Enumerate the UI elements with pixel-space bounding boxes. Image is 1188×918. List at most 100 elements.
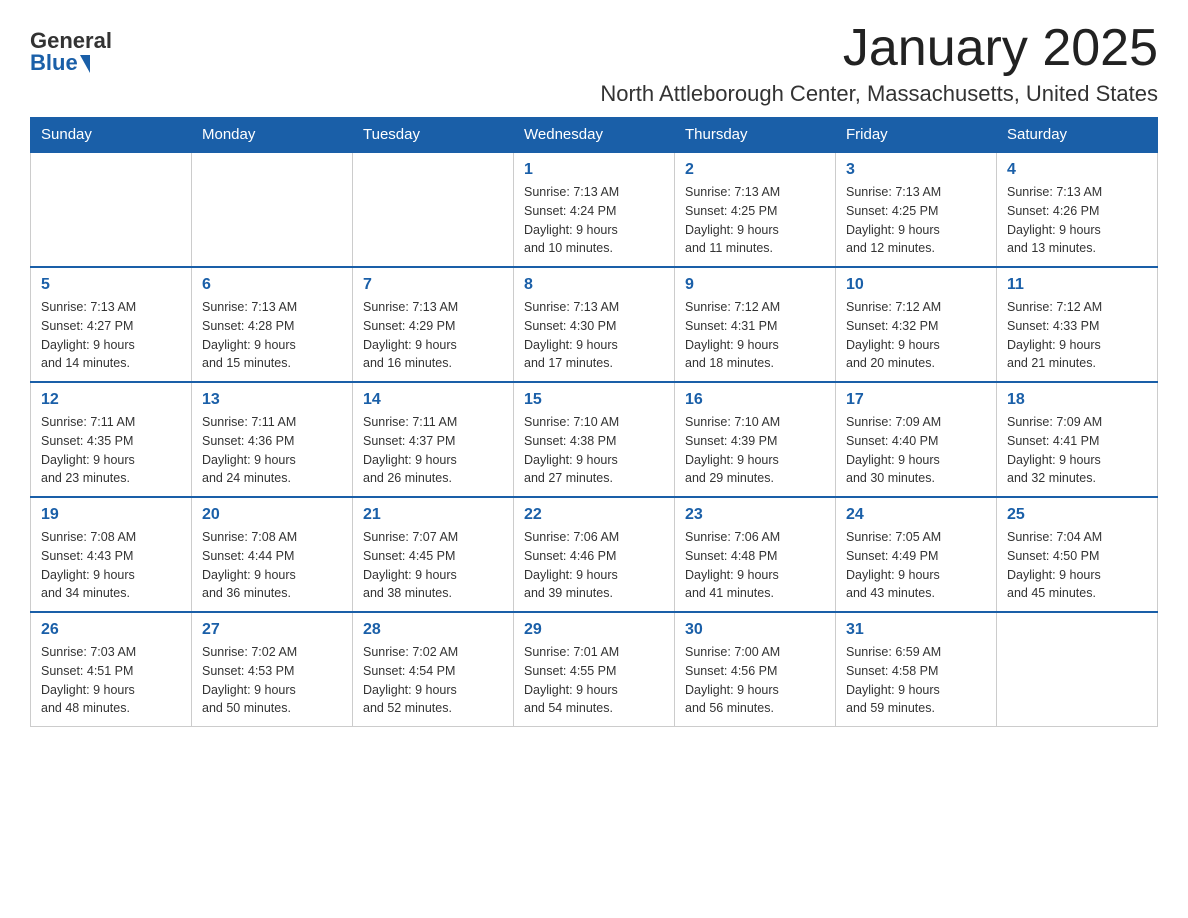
day-number: 4 [1007,161,1147,179]
day-number: 27 [202,621,342,639]
day-number: 15 [524,391,664,409]
day-info: Sunrise: 7:03 AM Sunset: 4:51 PM Dayligh… [41,643,181,718]
header: General Blue January 2025 North Attlebor… [30,20,1158,107]
weekday-header-row: SundayMondayTuesdayWednesdayThursdayFrid… [31,118,1158,153]
calendar-cell: 11 Sunrise: 7:12 AM Sunset: 4:33 PM Dayli… [997,267,1158,382]
day-info: Sunrise: 7:12 AM Sunset: 4:33 PM Dayligh… [1007,298,1147,373]
calendar-cell: 4 Sunrise: 7:13 AM Sunset: 4:26 PM Daylig… [997,152,1158,267]
calendar-cell [997,612,1158,727]
logo: General Blue [30,30,112,74]
day-info: Sunrise: 6:59 AM Sunset: 4:58 PM Dayligh… [846,643,986,718]
calendar-cell: 20 Sunrise: 7:08 AM Sunset: 4:44 PM Dayli… [192,497,353,612]
calendar-cell: 21 Sunrise: 7:07 AM Sunset: 4:45 PM Dayli… [353,497,514,612]
calendar-cell [353,152,514,267]
weekday-header-friday: Friday [836,118,997,153]
day-number: 24 [846,506,986,524]
day-number: 26 [41,621,181,639]
calendar-cell: 26 Sunrise: 7:03 AM Sunset: 4:51 PM Dayli… [31,612,192,727]
calendar-cell: 13Sunrise: 7:11 AM Sunset: 4:36 PM Dayli… [192,382,353,497]
calendar-cell: 16 Sunrise: 7:10 AM Sunset: 4:39 PM Dayli… [675,382,836,497]
day-info: Sunrise: 7:04 AM Sunset: 4:50 PM Dayligh… [1007,528,1147,603]
calendar-cell: 3Sunrise: 7:13 AM Sunset: 4:25 PM Daylig… [836,152,997,267]
weekday-header-wednesday: Wednesday [514,118,675,153]
day-info: Sunrise: 7:08 AM Sunset: 4:44 PM Dayligh… [202,528,342,603]
day-number: 21 [363,506,503,524]
day-number: 17 [846,391,986,409]
week-row-1: 1Sunrise: 7:13 AM Sunset: 4:24 PM Daylig… [31,152,1158,267]
weekday-header-sunday: Sunday [31,118,192,153]
day-info: Sunrise: 7:11 AM Sunset: 4:37 PM Dayligh… [363,413,503,488]
calendar-cell: 10 Sunrise: 7:12 AM Sunset: 4:32 PM Dayli… [836,267,997,382]
title-block: January 2025 North Attleborough Center, … [132,20,1158,107]
day-number: 22 [524,506,664,524]
calendar-cell: 23Sunrise: 7:06 AM Sunset: 4:48 PM Dayli… [675,497,836,612]
calendar-cell: 6 Sunrise: 7:13 AM Sunset: 4:28 PM Daylig… [192,267,353,382]
weekday-header-tuesday: Tuesday [353,118,514,153]
logo-general-text: General [30,30,112,52]
day-info: Sunrise: 7:12 AM Sunset: 4:32 PM Dayligh… [846,298,986,373]
calendar-cell: 28Sunrise: 7:02 AM Sunset: 4:54 PM Dayli… [353,612,514,727]
day-number: 8 [524,276,664,294]
weekday-header-thursday: Thursday [675,118,836,153]
day-number: 10 [846,276,986,294]
calendar-cell: 2Sunrise: 7:13 AM Sunset: 4:25 PM Daylig… [675,152,836,267]
day-number: 23 [685,506,825,524]
day-number: 18 [1007,391,1147,409]
calendar-table: SundayMondayTuesdayWednesdayThursdayFrid… [30,117,1158,727]
day-number: 6 [202,276,342,294]
day-info: Sunrise: 7:09 AM Sunset: 4:41 PM Dayligh… [1007,413,1147,488]
day-number: 20 [202,506,342,524]
calendar-cell: 7 Sunrise: 7:13 AM Sunset: 4:29 PM Daylig… [353,267,514,382]
day-info: Sunrise: 7:07 AM Sunset: 4:45 PM Dayligh… [363,528,503,603]
calendar-cell: 1Sunrise: 7:13 AM Sunset: 4:24 PM Daylig… [514,152,675,267]
day-info: Sunrise: 7:12 AM Sunset: 4:31 PM Dayligh… [685,298,825,373]
calendar-cell: 24Sunrise: 7:05 AM Sunset: 4:49 PM Dayli… [836,497,997,612]
day-info: Sunrise: 7:13 AM Sunset: 4:25 PM Dayligh… [685,183,825,258]
day-info: Sunrise: 7:13 AM Sunset: 4:24 PM Dayligh… [524,183,664,258]
week-row-4: 19Sunrise: 7:08 AM Sunset: 4:43 PM Dayli… [31,497,1158,612]
day-number: 19 [41,506,181,524]
week-row-2: 5Sunrise: 7:13 AM Sunset: 4:27 PM Daylig… [31,267,1158,382]
calendar-cell: 25 Sunrise: 7:04 AM Sunset: 4:50 PM Dayli… [997,497,1158,612]
calendar-cell: 18 Sunrise: 7:09 AM Sunset: 4:41 PM Dayli… [997,382,1158,497]
day-info: Sunrise: 7:00 AM Sunset: 4:56 PM Dayligh… [685,643,825,718]
day-number: 16 [685,391,825,409]
day-number: 7 [363,276,503,294]
day-info: Sunrise: 7:10 AM Sunset: 4:38 PM Dayligh… [524,413,664,488]
subtitle: North Attleborough Center, Massachusetts… [132,81,1158,107]
calendar-cell: 8 Sunrise: 7:13 AM Sunset: 4:30 PM Daylig… [514,267,675,382]
day-info: Sunrise: 7:06 AM Sunset: 4:46 PM Dayligh… [524,528,664,603]
day-number: 14 [363,391,503,409]
day-number: 11 [1007,276,1147,294]
weekday-header-monday: Monday [192,118,353,153]
day-info: Sunrise: 7:13 AM Sunset: 4:29 PM Dayligh… [363,298,503,373]
page-title: January 2025 [132,20,1158,77]
day-info: Sunrise: 7:13 AM Sunset: 4:26 PM Dayligh… [1007,183,1147,258]
day-number: 25 [1007,506,1147,524]
calendar-cell [31,152,192,267]
calendar-cell: 22 Sunrise: 7:06 AM Sunset: 4:46 PM Dayli… [514,497,675,612]
day-info: Sunrise: 7:02 AM Sunset: 4:53 PM Dayligh… [202,643,342,718]
day-number: 3 [846,161,986,179]
calendar-cell: 19Sunrise: 7:08 AM Sunset: 4:43 PM Dayli… [31,497,192,612]
calendar-cell: 5Sunrise: 7:13 AM Sunset: 4:27 PM Daylig… [31,267,192,382]
day-number: 28 [363,621,503,639]
calendar-cell: 27 Sunrise: 7:02 AM Sunset: 4:53 PM Dayli… [192,612,353,727]
day-number: 29 [524,621,664,639]
day-info: Sunrise: 7:10 AM Sunset: 4:39 PM Dayligh… [685,413,825,488]
day-info: Sunrise: 7:13 AM Sunset: 4:30 PM Dayligh… [524,298,664,373]
calendar-cell: 29 Sunrise: 7:01 AM Sunset: 4:55 PM Dayli… [514,612,675,727]
calendar-cell: 15 Sunrise: 7:10 AM Sunset: 4:38 PM Dayli… [514,382,675,497]
calendar-cell [192,152,353,267]
day-info: Sunrise: 7:11 AM Sunset: 4:35 PM Dayligh… [41,413,181,488]
calendar-cell: 9 Sunrise: 7:12 AM Sunset: 4:31 PM Daylig… [675,267,836,382]
day-number: 9 [685,276,825,294]
calendar-cell: 12Sunrise: 7:11 AM Sunset: 4:35 PM Dayli… [31,382,192,497]
logo-triangle-icon [80,55,90,73]
day-info: Sunrise: 7:13 AM Sunset: 4:27 PM Dayligh… [41,298,181,373]
week-row-3: 12Sunrise: 7:11 AM Sunset: 4:35 PM Dayli… [31,382,1158,497]
calendar-cell: 30Sunrise: 7:00 AM Sunset: 4:56 PM Dayli… [675,612,836,727]
day-info: Sunrise: 7:13 AM Sunset: 4:28 PM Dayligh… [202,298,342,373]
day-info: Sunrise: 7:01 AM Sunset: 4:55 PM Dayligh… [524,643,664,718]
weekday-header-saturday: Saturday [997,118,1158,153]
